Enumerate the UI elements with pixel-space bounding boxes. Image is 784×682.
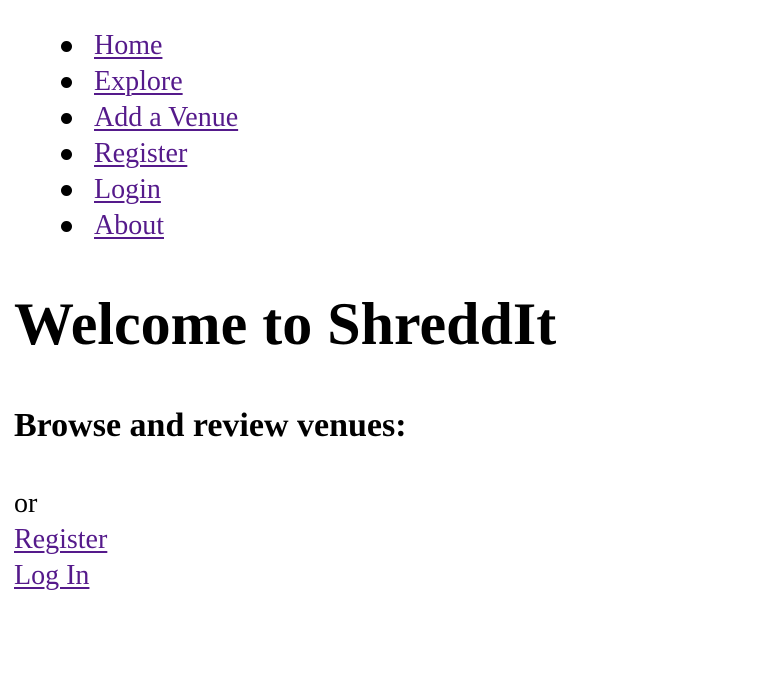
- nav-item-add-venue: Add a Venue: [14, 100, 238, 136]
- nav-link-register[interactable]: Register: [94, 138, 187, 169]
- page-title: Welcome to ShreddIt: [14, 291, 557, 357]
- nav-link-about[interactable]: About: [94, 210, 164, 241]
- page-subtitle: Browse and review venues:: [14, 407, 407, 444]
- bullet-icon: [61, 41, 72, 52]
- login-link[interactable]: Log In: [14, 560, 89, 592]
- bullet-icon: [61, 149, 72, 160]
- bullet-icon: [61, 77, 72, 88]
- nav-link-explore[interactable]: Explore: [94, 66, 183, 97]
- nav-item-register: Register: [14, 136, 238, 172]
- nav-item-login: Login: [14, 172, 238, 208]
- nav-item-home: Home: [14, 28, 238, 64]
- bullet-icon: [61, 221, 72, 232]
- or-text: or: [14, 488, 38, 519]
- nav-link-login[interactable]: Login: [94, 174, 161, 205]
- bullet-icon: [61, 113, 72, 124]
- nav-link-add-venue[interactable]: Add a Venue: [94, 102, 238, 133]
- bullet-icon: [61, 185, 72, 196]
- nav-item-about: About: [14, 208, 238, 244]
- register-link[interactable]: Register: [14, 524, 107, 556]
- nav-item-explore: Explore: [14, 64, 238, 100]
- nav-list: Home Explore Add a Venue Register Login …: [14, 28, 238, 244]
- nav-link-home[interactable]: Home: [94, 30, 162, 61]
